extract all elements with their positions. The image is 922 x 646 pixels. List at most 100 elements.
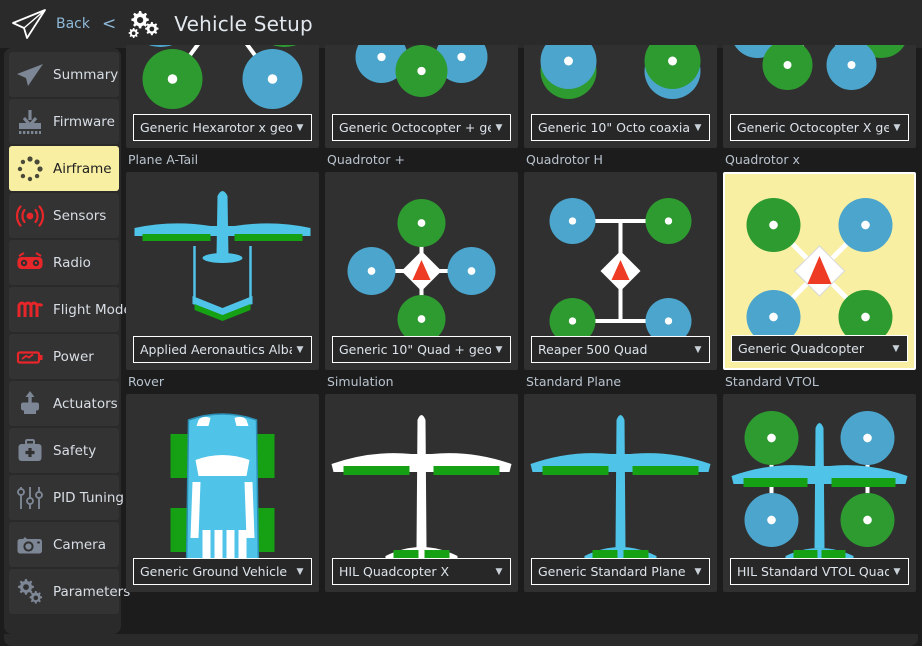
airframe-select[interactable]: Applied Aeronautics Albatross▼ (133, 336, 312, 363)
airframe-select[interactable]: HIL Quadcopter X▼ (332, 558, 511, 585)
chevron-down-icon[interactable]: ▼ (491, 345, 507, 355)
sidebar-item-label: Sensors (53, 208, 106, 224)
airframe-card[interactable]: Octorotor X Generic Octocopter X geometr… (723, 45, 922, 148)
airframe-card[interactable]: Standard VTOL HIL Standard VTOL QuadPlane… (723, 370, 922, 592)
sidebar-item-radio[interactable]: Radio (9, 240, 119, 285)
airframe-select-value: Generic 10" Quad + geometry (333, 342, 491, 357)
gears-icon (126, 8, 162, 40)
sidebar-item-label: Parameters (53, 584, 130, 600)
airframe-select[interactable]: HIL Standard VTOL QuadPlane▼ (730, 558, 909, 585)
download-icon (15, 107, 45, 137)
sidebar-item-parameters[interactable]: Parameters (9, 569, 119, 614)
airframe-card[interactable]: Hexarotor x Generic Hexarotor x geometry… (126, 45, 325, 148)
airframe-card[interactable]: Plane A-TailApplied Aeronautics Albatros… (126, 148, 325, 370)
sensors-icon (15, 201, 45, 231)
airframe-card[interactable]: Simulation HIL Quadcopter X▼ (325, 370, 524, 592)
chevron-down-icon[interactable]: ▼ (690, 123, 706, 133)
sidebar-item-label: Airframe (53, 161, 112, 177)
airframe-select[interactable]: Reaper 500 Quad▼ (531, 336, 710, 363)
airframe-select[interactable]: Generic 10" Octo coaxial geometry▼ (531, 114, 710, 141)
airframe-card-body[interactable]: Generic Octocopter X geometry▼ (723, 45, 916, 148)
airframe-card-body[interactable]: HIL Quadcopter X▼ (325, 394, 518, 592)
airframe-select-value: Generic Hexarotor x geometry (134, 120, 292, 135)
airframe-card-title: Standard VTOL (723, 370, 916, 394)
first-aid-icon (15, 436, 45, 466)
airframe-select-value: Generic 10" Octo coaxial geometry (532, 120, 690, 135)
chevron-down-icon[interactable]: ▼ (889, 567, 905, 577)
airframe-select[interactable]: Generic Octocopter + geometry▼ (332, 114, 511, 141)
airframe-select-value: Applied Aeronautics Albatross (134, 342, 292, 357)
airframe-card[interactable]: Quadrotor H Reaper 500 Quad▼ (524, 148, 723, 370)
sidebar: Summary Firmware Airframe Sensors RadioFligh… (4, 48, 121, 634)
chevron-down-icon[interactable]: ▼ (292, 345, 308, 355)
airframe-card[interactable]: Octorotor + Generic Octocopter + geometr… (325, 45, 524, 148)
sidebar-item-label: Actuators (53, 396, 118, 412)
airframe-card-body[interactable]: Applied Aeronautics Albatross▼ (126, 172, 319, 370)
sidebar-item-actuators[interactable]: Actuators (9, 381, 119, 426)
sidebar-item-label: Camera (53, 537, 106, 553)
airframe-select-value: Generic Octocopter + geometry (333, 120, 491, 135)
airframe-card-body[interactable]: Reaper 500 Quad▼ (524, 172, 717, 370)
airframe-card-body[interactable]: Generic Quadcopter▼ (723, 172, 916, 370)
airframe-card-title: Rover (126, 370, 319, 394)
airframe-card-title: Simulation (325, 370, 518, 394)
airframe-card-title: Quadrotor + (325, 148, 518, 172)
airframe-select-value: Reaper 500 Quad (532, 342, 690, 357)
sidebar-item-camera[interactable]: Camera (9, 522, 119, 567)
airframe-card-body[interactable]: Generic Standard Plane▼ (524, 394, 717, 592)
sidebar-item-label: Power (53, 349, 94, 365)
airframe-select[interactable]: Generic Quadcopter▼ (731, 335, 908, 362)
airframe-card-body[interactable]: Generic 10" Quad + geometry▼ (325, 172, 518, 370)
airframe-card[interactable]: Quadrotor x Generic Quadcopter▼ (723, 148, 922, 370)
airframe-select[interactable]: Generic Standard Plane▼ (531, 558, 710, 585)
airframe-select[interactable]: Generic Ground Vehicle (Ackermann)▼ (133, 558, 312, 585)
airframe-select-value: Generic Octocopter X geometry (731, 120, 889, 135)
airframe-card-body[interactable]: Generic 10" Octo coaxial geometry▼ (524, 45, 717, 148)
sidebar-item-label: Safety (53, 443, 96, 459)
sidebar-item-power[interactable]: Power (9, 334, 119, 379)
sidebar-item-label: Summary (53, 67, 118, 83)
airframe-card[interactable]: Standard Plane Generic Standard Plane▼ (524, 370, 723, 592)
chevron-down-icon[interactable]: ▼ (889, 123, 905, 133)
battery-icon (15, 342, 45, 372)
airframe-card-body[interactable]: Generic Octocopter + geometry▼ (325, 45, 518, 148)
airframe-select[interactable]: Generic Hexarotor x geometry▼ (133, 114, 312, 141)
sidebar-item-airframe[interactable]: Airframe (9, 146, 119, 191)
airframe-select[interactable]: Generic 10" Quad + geometry▼ (332, 336, 511, 363)
bottom-bar (4, 634, 918, 646)
airframe-icon (15, 154, 45, 184)
airframe-select[interactable]: Generic Octocopter X geometry▼ (730, 114, 909, 141)
airframe-card-body[interactable]: Generic Hexarotor x geometry▼ (126, 45, 319, 148)
sidebar-item-pid-tuning[interactable]: PID Tuning (9, 475, 119, 520)
chevron-down-icon[interactable]: ▼ (292, 123, 308, 133)
chevron-down-icon[interactable]: ▼ (690, 567, 706, 577)
airframe-card[interactable]: Octo Coax Wide Generic 10" Octo coaxial … (524, 45, 723, 148)
sidebar-item-flight-modes[interactable]: Flight Modes (9, 287, 119, 332)
sidebar-item-summary[interactable]: Summary (9, 52, 119, 97)
airframe-row: Plane A-TailApplied Aeronautics Albatros… (126, 148, 922, 370)
airframe-card-body[interactable]: Generic Ground Vehicle (Ackermann)▼ (126, 394, 319, 592)
airframe-card-title: Quadrotor x (723, 148, 916, 172)
back-button[interactable]: Back (56, 16, 90, 32)
chevron-down-icon[interactable]: ▼ (888, 344, 904, 354)
sliders-icon (15, 483, 45, 513)
sidebar-item-label: PID Tuning (53, 490, 124, 506)
sidebar-item-safety[interactable]: Safety (9, 428, 119, 473)
airframe-row: Hexarotor x Generic Hexarotor x geometry… (126, 45, 922, 148)
paper-plane-icon[interactable] (10, 7, 48, 41)
chevron-down-icon[interactable]: ▼ (292, 567, 308, 577)
airframe-card-body[interactable]: HIL Standard VTOL QuadPlane▼ (723, 394, 916, 592)
app-header: Back < Vehicle Setup (0, 0, 922, 48)
chevron-down-icon[interactable]: ▼ (690, 345, 706, 355)
airframe-card-title: Standard Plane (524, 370, 717, 394)
airframe-card[interactable]: Quadrotor + Generic 10" Quad + geometry▼ (325, 148, 524, 370)
sidebar-item-firmware[interactable]: Firmware (9, 99, 119, 144)
airframe-card[interactable]: Rover Generic Ground Vehicle (Ackermann)▼ (126, 370, 325, 592)
airframe-grid[interactable]: Hexarotor x Generic Hexarotor x geometry… (126, 45, 922, 646)
radio-icon (15, 248, 45, 278)
airframe-row: Rover Generic Ground Vehicle (Ackermann)▼… (126, 370, 922, 592)
chevron-left-icon[interactable]: < (102, 14, 116, 34)
sidebar-item-sensors[interactable]: Sensors (9, 193, 119, 238)
chevron-down-icon[interactable]: ▼ (491, 123, 507, 133)
chevron-down-icon[interactable]: ▼ (491, 567, 507, 577)
